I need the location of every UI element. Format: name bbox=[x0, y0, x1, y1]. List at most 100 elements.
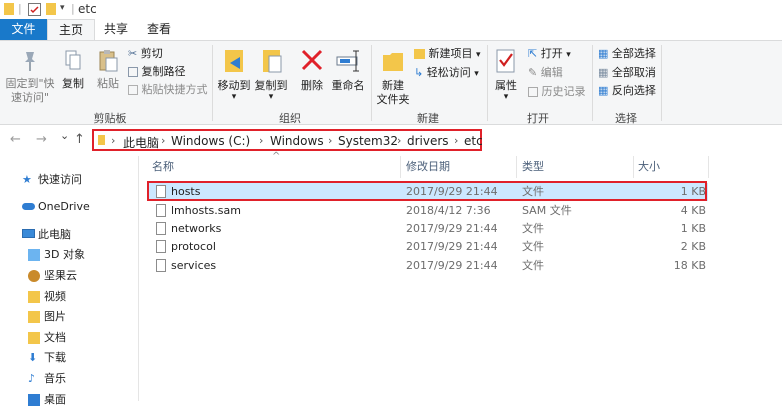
copy-button[interactable]: 复制 bbox=[60, 49, 86, 91]
copy-path-button[interactable]: 复制路径 bbox=[128, 65, 186, 79]
nav-item-label: OneDrive bbox=[38, 200, 90, 213]
nut-icon bbox=[28, 270, 40, 282]
forward-arrow-icon[interactable]: → bbox=[36, 132, 47, 147]
quick-access-dropdown-icon[interactable]: ▾ bbox=[60, 3, 65, 13]
column-divider[interactable] bbox=[400, 156, 401, 178]
file-icon bbox=[156, 222, 166, 235]
title-separator: | bbox=[71, 2, 75, 15]
breadcrumb-etc[interactable]: etc bbox=[464, 134, 483, 148]
edit-button[interactable]: ✎ 编辑 bbox=[528, 66, 563, 80]
open-button[interactable]: ⇱ 打开 ▾ bbox=[528, 47, 571, 62]
paste-icon bbox=[99, 50, 118, 72]
properties-dropdown-icon: ▾ bbox=[503, 92, 509, 102]
breadcrumb-chevron-icon[interactable]: › bbox=[259, 134, 263, 147]
ribbon: 固定到"快 速访问" 复制 粘贴 ✂ 剪切 复制路径 粘贴快捷方式 剪贴板 移动… bbox=[0, 40, 782, 125]
column-header-type[interactable]: 类型 bbox=[522, 158, 544, 174]
invert-selection-button[interactable]: ▦ 反向选择 bbox=[598, 84, 656, 98]
rename-icon bbox=[336, 50, 359, 72]
new-folder-quick-icon[interactable] bbox=[46, 3, 56, 15]
copy-icon bbox=[65, 50, 81, 70]
up-arrow-icon[interactable]: ↑ bbox=[74, 132, 85, 147]
open-label: 打开 bbox=[540, 47, 563, 60]
properties-label: 属性 bbox=[495, 79, 517, 92]
paste-shortcut-label: 粘贴快捷方式 bbox=[141, 83, 208, 96]
nav-item-label: 下载 bbox=[44, 351, 66, 364]
document-icon bbox=[28, 332, 40, 344]
breadcrumb-this-pc[interactable]: 此电脑 bbox=[123, 134, 159, 151]
select-none-button[interactable]: ▦ 全部取消 bbox=[598, 66, 656, 80]
table-row[interactable]: lmhosts.sam 2018/4/12 7:36 SAM 文件 4 KB bbox=[148, 202, 708, 220]
recent-locations-icon[interactable]: ⌄ bbox=[60, 129, 69, 142]
breadcrumb-system32[interactable]: System32 bbox=[338, 134, 398, 148]
move-to-dropdown-icon: ▾ bbox=[231, 92, 237, 102]
delete-button[interactable]: 删除 bbox=[298, 47, 326, 93]
back-arrow-icon[interactable]: ← bbox=[10, 132, 21, 147]
open-arrow-icon: ⇱ bbox=[528, 47, 538, 60]
history-button[interactable]: 历史记录 bbox=[528, 85, 586, 99]
organize-group-label: 组织 bbox=[279, 112, 301, 125]
copy-label: 复制 bbox=[62, 77, 84, 90]
nav-item-label: 坚果云 bbox=[44, 269, 77, 282]
tab-share[interactable]: 共享 bbox=[99, 19, 133, 40]
breadcrumb-windows[interactable]: Windows bbox=[270, 134, 324, 148]
sort-indicator-icon: ^ bbox=[272, 151, 281, 162]
breadcrumb-c-drive[interactable]: Windows (C:) bbox=[171, 134, 250, 148]
nav-item-label: 图片 bbox=[44, 310, 66, 323]
file-name: networks bbox=[171, 222, 222, 235]
column-header-size[interactable]: 大小 bbox=[638, 158, 660, 174]
ribbon-tabs: 文件 主页 共享 查看 bbox=[0, 19, 782, 40]
select-all-label: 全部选择 bbox=[611, 47, 656, 60]
column-divider[interactable] bbox=[633, 156, 634, 178]
title-separator: | bbox=[18, 2, 22, 15]
file-modified: 2017/9/29 21:44 bbox=[406, 259, 498, 272]
nav-item-label: 3D 对象 bbox=[44, 248, 85, 261]
tab-view[interactable]: 查看 bbox=[141, 19, 177, 40]
pin-to-quick-access-button[interactable]: 固定到"快 速访问" bbox=[2, 49, 58, 105]
paste-shortcut-button[interactable]: 粘贴快捷方式 bbox=[128, 83, 208, 97]
column-header-name[interactable]: 名称 bbox=[152, 158, 174, 174]
paste-label: 粘贴 bbox=[97, 77, 119, 90]
properties-quick-icon[interactable] bbox=[28, 3, 41, 16]
column-header-modified[interactable]: 修改日期 bbox=[406, 158, 450, 174]
column-divider[interactable] bbox=[708, 156, 709, 178]
tab-home[interactable]: 主页 bbox=[47, 19, 95, 40]
breadcrumb-drivers[interactable]: drivers bbox=[407, 134, 449, 148]
select-all-button[interactable]: ▦ 全部选择 bbox=[598, 47, 656, 61]
file-name: protocol bbox=[171, 240, 216, 253]
new-item-button[interactable]: 新建项目 ▾ bbox=[414, 47, 481, 62]
breadcrumb-chevron-icon[interactable]: › bbox=[328, 134, 332, 147]
folder-icon bbox=[98, 135, 105, 145]
file-type: 文件 bbox=[522, 222, 544, 235]
star-icon: ★ bbox=[22, 173, 32, 186]
breadcrumb-chevron-icon[interactable]: › bbox=[397, 134, 401, 147]
new-item-dropdown-icon: ▾ bbox=[476, 50, 481, 60]
breadcrumb-chevron-icon[interactable]: › bbox=[111, 134, 115, 147]
file-type: 文件 bbox=[522, 240, 544, 253]
rename-button[interactable]: 重命名 bbox=[330, 47, 366, 93]
copy-to-button[interactable]: 复制到 ▾ bbox=[253, 47, 289, 102]
new-folder-button[interactable]: 新建 文件夹 bbox=[374, 47, 412, 107]
address-bar[interactable]: › 此电脑 › Windows (C:) › Windows › System3… bbox=[92, 129, 483, 151]
table-row[interactable]: networks 2017/9/29 21:44 文件 1 KB bbox=[148, 220, 708, 238]
select-none-label: 全部取消 bbox=[611, 66, 656, 79]
select-group-label: 选择 bbox=[615, 112, 637, 125]
nav-item-label: 音乐 bbox=[44, 372, 66, 385]
properties-button[interactable]: 属性 ▾ bbox=[491, 47, 521, 102]
copy-to-label: 复制到 bbox=[254, 79, 288, 92]
clipboard-group-label: 剪贴板 bbox=[93, 112, 127, 125]
column-divider[interactable] bbox=[516, 156, 517, 178]
breadcrumb-chevron-icon[interactable]: › bbox=[161, 134, 165, 147]
table-row[interactable]: protocol 2017/9/29 21:44 文件 2 KB bbox=[148, 238, 708, 256]
tab-file[interactable]: 文件 bbox=[0, 19, 47, 40]
paste-button[interactable]: 粘贴 bbox=[95, 49, 121, 91]
group-divider bbox=[661, 45, 662, 121]
table-row[interactable]: services 2017/9/29 21:44 文件 18 KB bbox=[148, 257, 708, 275]
move-to-button[interactable]: 移动到 ▾ bbox=[216, 47, 252, 102]
cube-icon bbox=[28, 249, 40, 261]
cut-button[interactable]: ✂ 剪切 bbox=[128, 47, 163, 61]
breadcrumb-chevron-icon[interactable]: › bbox=[454, 134, 458, 147]
file-icon bbox=[156, 240, 166, 253]
select-none-icon: ▦ bbox=[598, 66, 609, 79]
easy-access-icon: ↳ bbox=[414, 66, 424, 79]
easy-access-button[interactable]: ↳ 轻松访问 ▾ bbox=[414, 66, 479, 81]
